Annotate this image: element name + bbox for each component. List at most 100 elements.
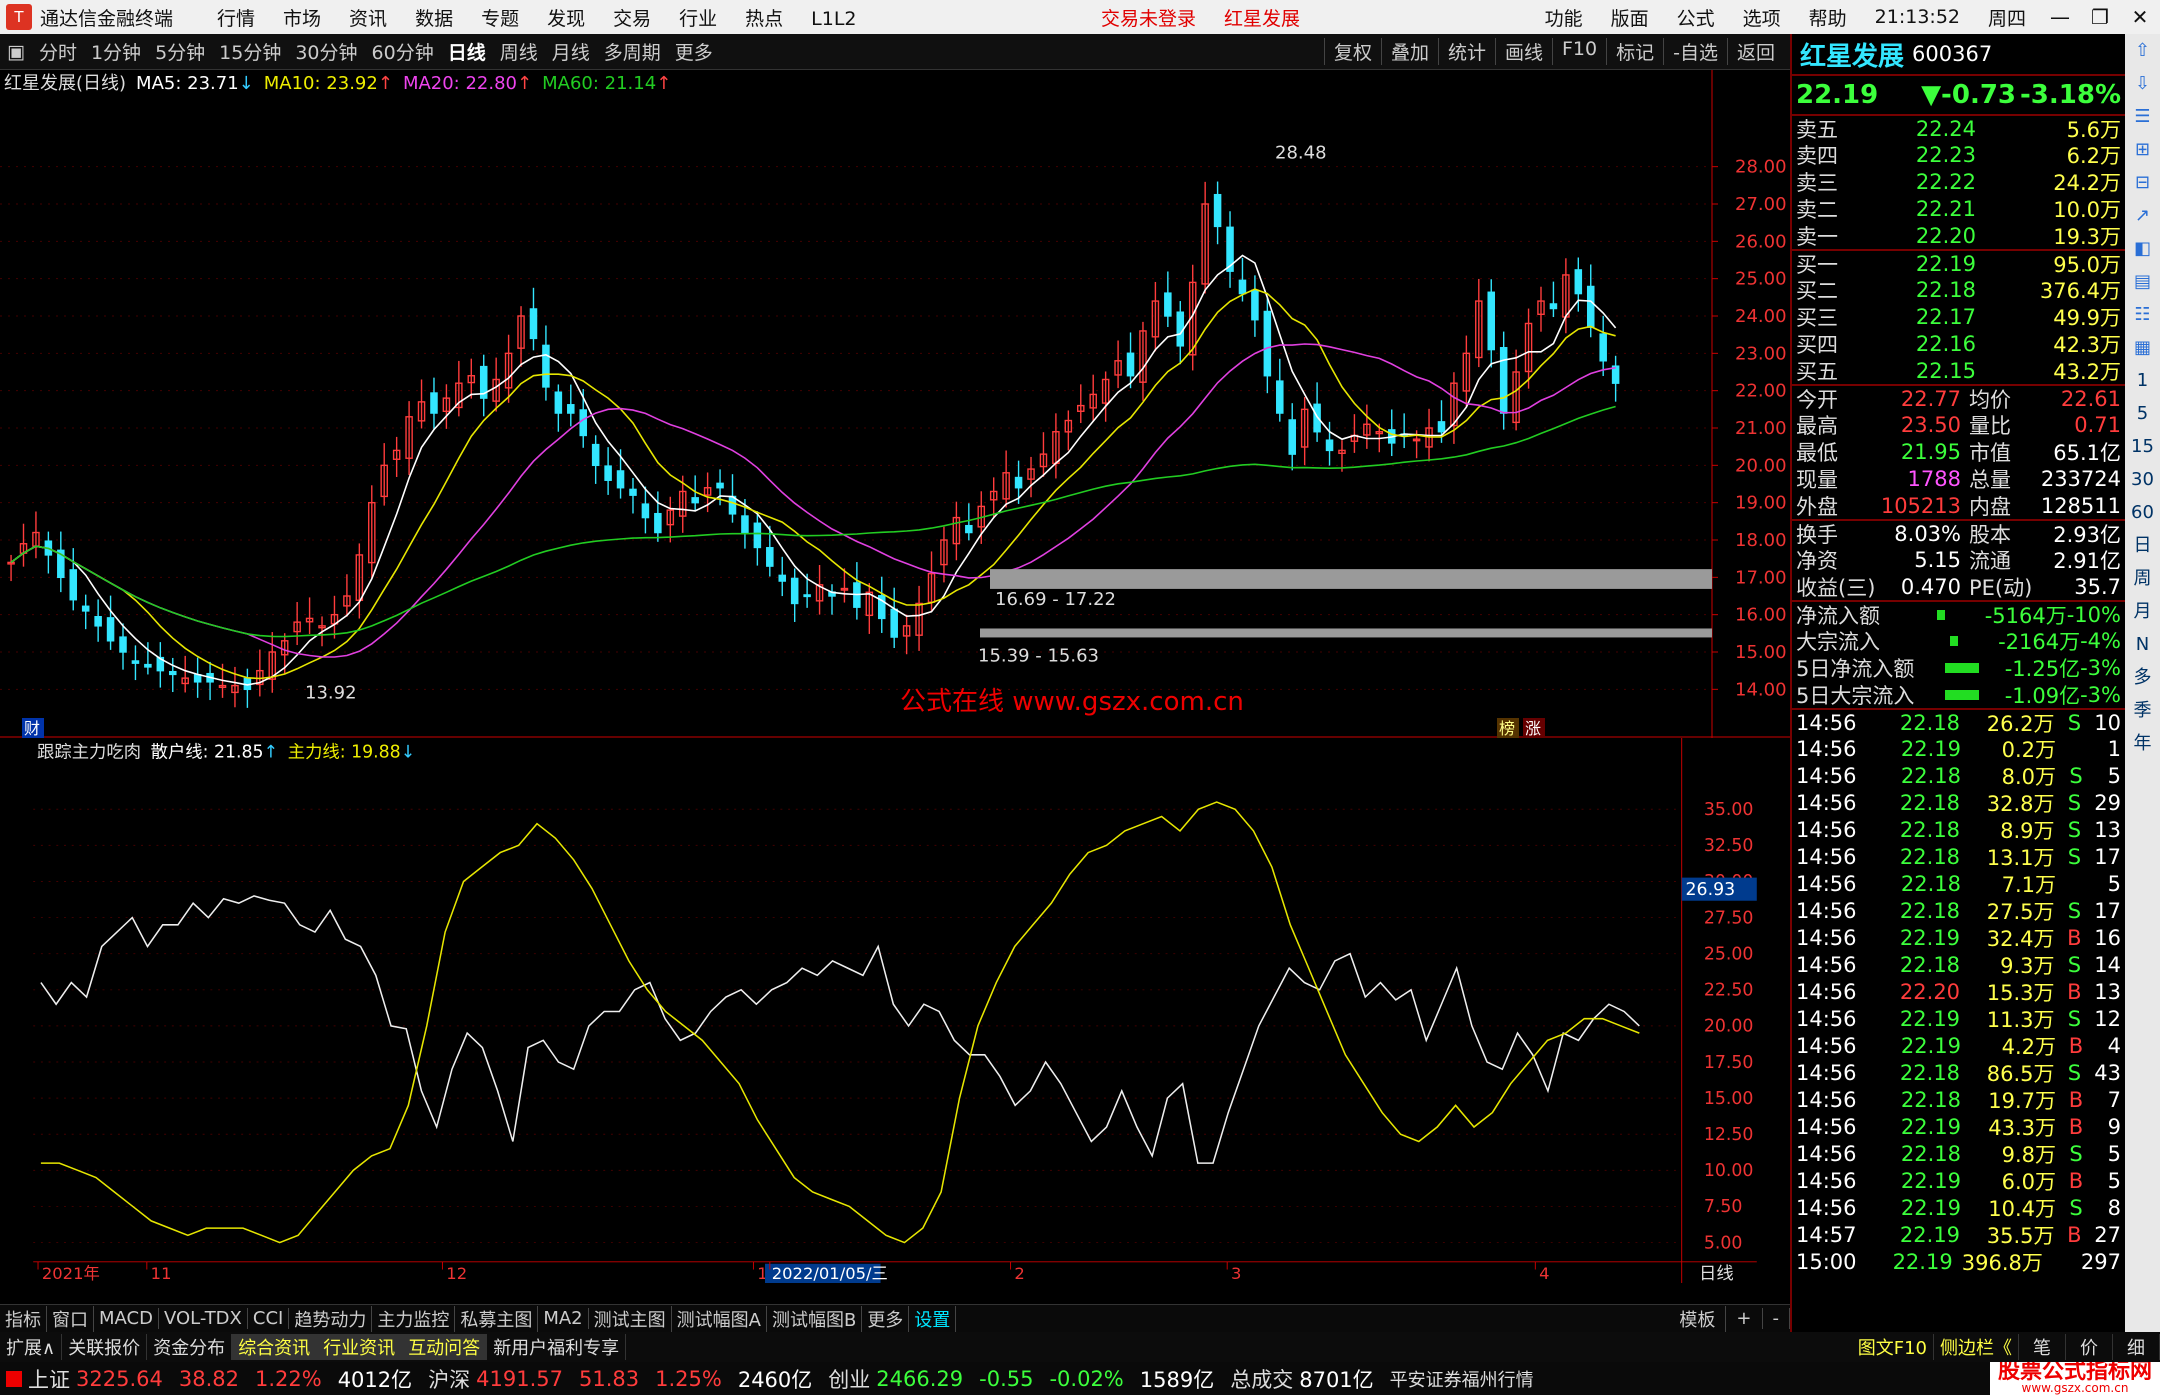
period-shortcut-6[interactable]: 周: [2134, 562, 2152, 595]
bottom-right-0[interactable]: 图文F10: [1852, 1334, 1934, 1360]
period-0[interactable]: 分时: [32, 38, 84, 65]
bottom-item-6[interactable]: 新用户福利专享: [487, 1334, 627, 1360]
period-shortcut-10[interactable]: 季: [2134, 694, 2152, 727]
period-2[interactable]: 5分钟: [148, 38, 212, 65]
menu-2[interactable]: 资讯: [335, 8, 401, 30]
period-5[interactable]: 60分钟: [365, 38, 441, 65]
bottom-right-2[interactable]: 笔: [2019, 1334, 2066, 1360]
tool-0[interactable]: 复权: [1323, 38, 1381, 65]
tool-1[interactable]: 叠加: [1380, 38, 1438, 65]
period-3[interactable]: 15分钟: [212, 38, 288, 65]
menu-7[interactable]: 行业: [665, 8, 731, 30]
menu-5[interactable]: 发现: [533, 8, 599, 30]
bottom-right-3[interactable]: 价: [2066, 1334, 2113, 1360]
order-book-row[interactable]: 卖三 22.22 24.2万: [1792, 168, 2125, 195]
indicator-tab-8[interactable]: MA2: [538, 1308, 589, 1329]
period-6[interactable]: 日线: [441, 38, 493, 65]
side-tool-icon-4[interactable]: ⊟: [2135, 166, 2150, 199]
tool-2[interactable]: 统计: [1437, 38, 1495, 65]
order-book-row[interactable]: 买三 22.17 49.9万: [1792, 303, 2125, 330]
right-menu-4[interactable]: 帮助: [1795, 8, 1861, 30]
sh-label[interactable]: 上证: [28, 1364, 70, 1394]
indicator-tab-1[interactable]: 窗口: [47, 1305, 94, 1332]
period-shortcut-5[interactable]: 日: [2134, 529, 2152, 562]
menu-9[interactable]: L1L2: [797, 8, 870, 30]
indicator-tab-6[interactable]: 主力监控: [372, 1305, 456, 1332]
side-tool-icon-8[interactable]: ☷: [2134, 298, 2150, 331]
period-1[interactable]: 1分钟: [84, 38, 148, 65]
order-book-row[interactable]: 买二 22.18 376.4万: [1792, 276, 2125, 303]
indicator-tab-3[interactable]: VOL-TDX: [159, 1308, 248, 1329]
menu-1[interactable]: 市场: [269, 8, 335, 30]
bottom-right-4[interactable]: 细: [2113, 1334, 2160, 1360]
indicator-tab-7[interactable]: 私募主图: [455, 1305, 539, 1332]
bottom-item-4[interactable]: 行业资讯: [317, 1334, 403, 1360]
menu-8[interactable]: 热点: [731, 8, 797, 30]
order-book-row[interactable]: 卖四 22.23 6.2万: [1792, 141, 2125, 168]
right-menu-1[interactable]: 版面: [1597, 8, 1663, 30]
broker-name[interactable]: 平安证券福州行情: [1390, 1366, 1534, 1392]
tool-5[interactable]: 标记: [1606, 38, 1663, 65]
bottom-right-1[interactable]: 侧边栏《: [1934, 1334, 2019, 1360]
period-shortcut-3[interactable]: 30: [2131, 463, 2154, 496]
period-shortcut-8[interactable]: N: [2136, 628, 2149, 661]
side-tool-icon-1[interactable]: ⇩: [2135, 67, 2150, 100]
period-shortcut-7[interactable]: 月: [2134, 595, 2152, 628]
bottom-item-0[interactable]: 扩展∧: [0, 1334, 63, 1360]
order-book-row[interactable]: 卖五 22.24 5.6万: [1792, 114, 2125, 142]
side-tool-icon-2[interactable]: ☰: [2134, 100, 2150, 133]
period-shortcut-9[interactable]: 多: [2134, 661, 2152, 694]
tab-right-0[interactable]: 模板: [1669, 1305, 1727, 1332]
side-tool-icon-0[interactable]: ⇧: [2135, 34, 2150, 67]
bottom-item-3[interactable]: 综合资讯: [232, 1334, 318, 1360]
period-4[interactable]: 30分钟: [288, 38, 364, 65]
order-book-row[interactable]: 卖二 22.21 10.0万: [1792, 195, 2125, 222]
side-tool-icon-7[interactable]: ▤: [2134, 265, 2151, 298]
indicator-tab-13[interactable]: 设置: [909, 1305, 957, 1332]
period-shortcut-4[interactable]: 60: [2131, 496, 2154, 529]
menu-4[interactable]: 专题: [467, 8, 533, 30]
close-icon[interactable]: ✕: [2120, 5, 2160, 29]
login-status[interactable]: 交易未登录: [1087, 4, 1210, 31]
right-menu-0[interactable]: 功能: [1531, 8, 1597, 30]
menu-6[interactable]: 交易: [599, 8, 665, 30]
bottom-item-1[interactable]: 关联报价: [62, 1334, 148, 1360]
right-menu-3[interactable]: 选项: [1729, 8, 1795, 30]
tool-4[interactable]: F10: [1552, 38, 1606, 65]
period-shortcut-11[interactable]: 年: [2134, 727, 2152, 760]
tool-6[interactable]: -自选: [1663, 38, 1727, 65]
bottom-item-2[interactable]: 资金分布: [147, 1334, 233, 1360]
indicator-tab-4[interactable]: CCI: [248, 1308, 290, 1329]
period-7[interactable]: 周线: [493, 38, 545, 65]
period-shortcut-0[interactable]: 1: [2137, 364, 2148, 397]
order-book-row[interactable]: 卖一 22.20 19.3万: [1792, 222, 2125, 249]
period-shortcut-1[interactable]: 5: [2137, 397, 2148, 430]
side-tool-icon-5[interactable]: ↗: [2135, 199, 2150, 232]
period-shortcut-2[interactable]: 15: [2131, 430, 2154, 463]
tool-7[interactable]: 返回: [1726, 38, 1784, 65]
menu-3[interactable]: 数据: [401, 8, 467, 30]
indicator-tab-10[interactable]: 测试幅图A: [672, 1305, 767, 1332]
indicator-tab-0[interactable]: 指标: [0, 1305, 47, 1332]
indicator-tab-12[interactable]: 更多: [862, 1305, 910, 1332]
tool-3[interactable]: 画线: [1494, 38, 1552, 65]
cy-label[interactable]: 创业: [828, 1364, 870, 1394]
indicator-tab-2[interactable]: MACD: [94, 1308, 159, 1329]
period-10[interactable]: 更多: [668, 38, 720, 65]
right-menu-2[interactable]: 公式: [1663, 8, 1729, 30]
candlestick-chart[interactable]: 28.00 27.00 26.00 25.00 24.00 23.00 22.00 21.00…: [0, 70, 1790, 738]
period-8[interactable]: 月线: [545, 38, 597, 65]
restore-icon[interactable]: ❐: [2080, 5, 2120, 29]
tab-right-2[interactable]: -: [1763, 1308, 1790, 1329]
order-book-row[interactable]: 买一 22.19 95.0万: [1792, 249, 2125, 277]
tab-right-1[interactable]: +: [1726, 1308, 1763, 1329]
minimize-icon[interactable]: —: [2040, 5, 2080, 29]
side-tool-icon-9[interactable]: ▦: [2134, 331, 2151, 364]
order-book-row[interactable]: 买五 22.15 43.2万: [1792, 357, 2125, 384]
indicator-tab-5[interactable]: 趋势动力: [289, 1305, 373, 1332]
bottom-item-5[interactable]: 互动问答: [402, 1334, 488, 1360]
indicator-tab-9[interactable]: 测试主图: [589, 1305, 672, 1332]
order-book-row[interactable]: 买四 22.16 42.3万: [1792, 330, 2125, 357]
menu-0[interactable]: 行情: [203, 8, 269, 30]
indicator-chart[interactable]: 35.0032.5030.0027.5025.0022.5020.0017.50…: [0, 738, 1790, 1283]
